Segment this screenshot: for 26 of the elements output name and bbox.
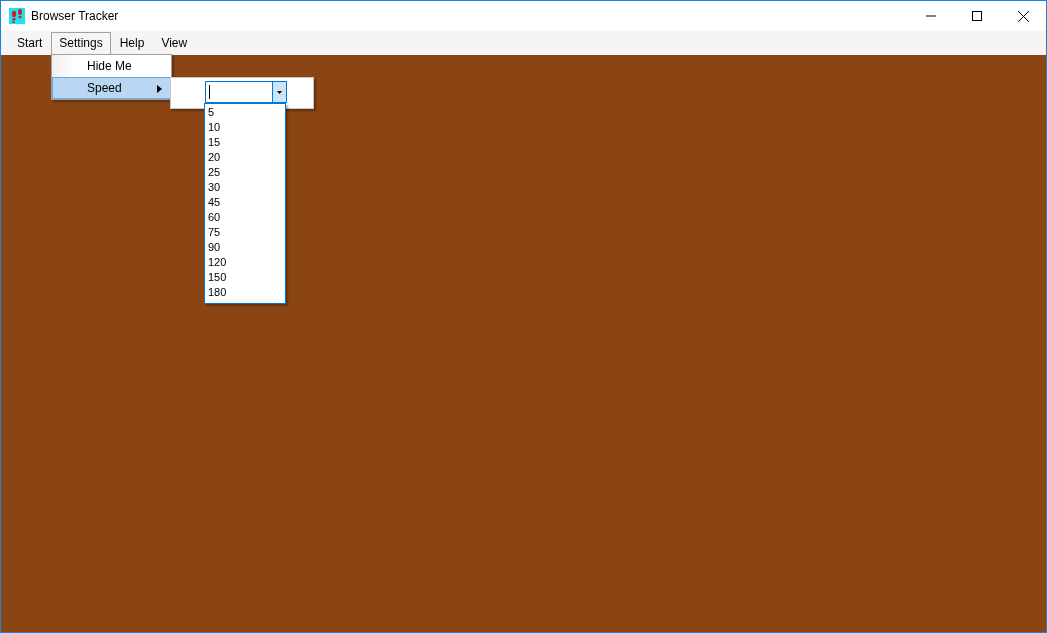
speed-combo-box[interactable]: [205, 81, 287, 103]
list-option[interactable]: 10: [205, 120, 285, 135]
window-title: Browser Tracker: [31, 9, 120, 23]
list-option[interactable]: 90: [205, 240, 285, 255]
list-option[interactable]: 20: [205, 150, 285, 165]
close-icon: [1017, 10, 1029, 22]
list-option[interactable]: 75: [205, 225, 285, 240]
menu-item[interactable]: Speed: [52, 77, 171, 99]
menu-item[interactable]: Hide Me: [52, 55, 171, 77]
list-option[interactable]: 60: [205, 210, 285, 225]
list-option[interactable]: 5: [205, 105, 285, 120]
menu-item[interactable]: Start: [9, 32, 51, 55]
menu-item[interactable]: View: [153, 32, 196, 55]
caret-icon: [277, 90, 282, 94]
maximize-icon: [972, 11, 982, 21]
list-option[interactable]: 45: [205, 195, 285, 210]
dropdown-button[interactable]: [272, 82, 286, 102]
list-option[interactable]: 180: [205, 285, 285, 300]
menu-item[interactable]: Help: [111, 32, 153, 55]
list-option[interactable]: 120: [205, 255, 285, 270]
list-option[interactable]: 15: [205, 135, 285, 150]
list-option[interactable]: 150: [205, 270, 285, 285]
list-option[interactable]: 25: [205, 165, 285, 180]
footprints-icon: [9, 8, 25, 24]
list-option[interactable]: 30: [205, 180, 285, 195]
menu-item[interactable]: Settings: [51, 32, 111, 55]
